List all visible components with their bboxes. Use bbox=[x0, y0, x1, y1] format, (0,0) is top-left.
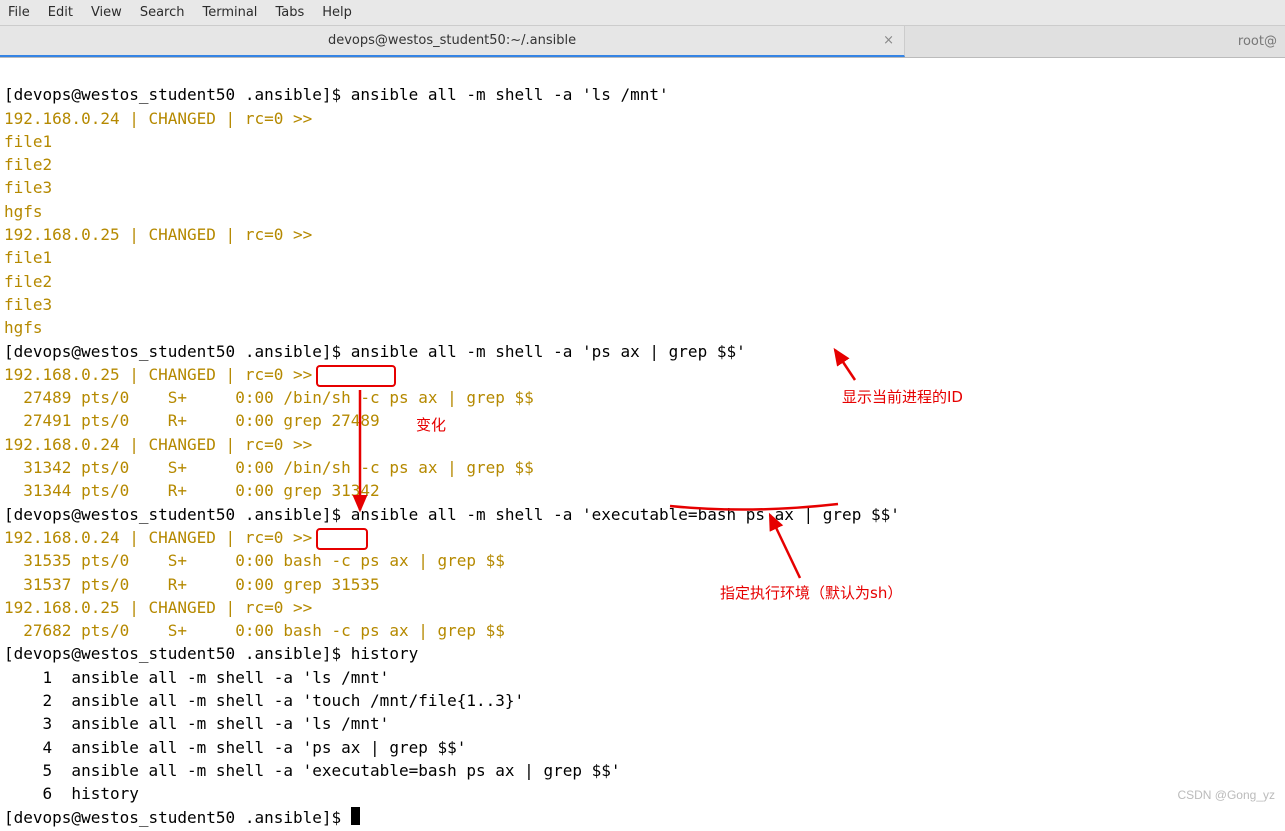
output-line: 4 ansible all -m shell -a 'ps ax | grep … bbox=[4, 738, 466, 757]
menu-bar: File Edit View Search Terminal Tabs Help bbox=[0, 0, 1285, 26]
output-line: file2 bbox=[4, 155, 52, 174]
prompt: [devops@westos_student50 .ansible]$ bbox=[4, 85, 351, 104]
output-line: file2 bbox=[4, 272, 52, 291]
output-line: file1 bbox=[4, 132, 52, 151]
menu-terminal[interactable]: Terminal bbox=[202, 5, 257, 20]
prompt: [devops@westos_student50 .ansible]$ bbox=[4, 808, 351, 827]
output-line: file3 bbox=[4, 178, 52, 197]
output-line: 192.168.0.24 | CHANGED | rc=0 >> bbox=[4, 528, 312, 547]
output-line: 192.168.0.24 | CHANGED | rc=0 >> bbox=[4, 109, 312, 128]
output-line: 1 ansible all -m shell -a 'ls /mnt' bbox=[4, 668, 389, 687]
command: ansible all -m shell -a 'ls /mnt' bbox=[351, 85, 669, 104]
output-line: 192.168.0.25 | CHANGED | rc=0 >> bbox=[4, 365, 312, 384]
menu-file[interactable]: File bbox=[8, 5, 30, 20]
output-line: 27682 pts/0 S+ 0:00 bash -c ps ax | grep… bbox=[4, 621, 505, 640]
tab-inactive-label: root@ bbox=[1238, 34, 1277, 49]
output-line: 31537 pts/0 R+ 0:00 grep 31535 bbox=[4, 575, 380, 594]
menu-search[interactable]: Search bbox=[140, 5, 185, 20]
output-line: 31342 pts/0 S+ 0:00 /bin/sh -c ps ax | g… bbox=[4, 458, 534, 477]
output-line: 2 ansible all -m shell -a 'touch /mnt/fi… bbox=[4, 691, 524, 710]
output-line: 31535 pts/0 S+ 0:00 bash -c ps ax | grep… bbox=[4, 551, 505, 570]
tab-active[interactable]: devops@westos_student50:~/.ansible × bbox=[0, 26, 905, 57]
output-line: 27491 pts/0 R+ 0:00 grep 27489 bbox=[4, 411, 380, 430]
menu-edit[interactable]: Edit bbox=[48, 5, 73, 20]
tab-inactive[interactable]: root@ bbox=[905, 26, 1285, 57]
output-line: hgfs bbox=[4, 318, 43, 337]
menu-view[interactable]: View bbox=[91, 5, 122, 20]
output-line: 192.168.0.24 | CHANGED | rc=0 >> bbox=[4, 435, 312, 454]
menu-tabs[interactable]: Tabs bbox=[275, 5, 304, 20]
output-line: 27489 pts/0 S+ 0:00 /bin/sh -c ps ax | g… bbox=[4, 388, 534, 407]
output-line: 6 history bbox=[4, 784, 139, 803]
output-line: 192.168.0.25 | CHANGED | rc=0 >> bbox=[4, 598, 312, 617]
output-line: file1 bbox=[4, 248, 52, 267]
watermark: CSDN @Gong_yz bbox=[1177, 788, 1275, 802]
prompt: [devops@westos_student50 .ansible]$ bbox=[4, 505, 351, 524]
output-line: 5 ansible all -m shell -a 'executable=ba… bbox=[4, 761, 621, 780]
prompt: [devops@westos_student50 .ansible]$ bbox=[4, 342, 351, 361]
output-line: 3 ansible all -m shell -a 'ls /mnt' bbox=[4, 714, 389, 733]
cursor bbox=[351, 807, 360, 825]
tab-active-label: devops@westos_student50:~/.ansible bbox=[328, 33, 576, 48]
command: ansible all -m shell -a 'ps ax | grep $$… bbox=[351, 342, 746, 361]
output-line: 31344 pts/0 R+ 0:00 grep 31342 bbox=[4, 481, 380, 500]
close-icon[interactable]: × bbox=[883, 33, 894, 48]
terminal-output[interactable]: [devops@westos_student50 .ansible]$ ansi… bbox=[0, 58, 1285, 831]
tab-bar: devops@westos_student50:~/.ansible × roo… bbox=[0, 26, 1285, 58]
output-line: 192.168.0.25 | CHANGED | rc=0 >> bbox=[4, 225, 312, 244]
output-line: hgfs bbox=[4, 202, 43, 221]
prompt: [devops@westos_student50 .ansible]$ bbox=[4, 644, 351, 663]
command: history bbox=[351, 644, 418, 663]
output-line: file3 bbox=[4, 295, 52, 314]
command: ansible all -m shell -a 'executable=bash… bbox=[351, 505, 900, 524]
menu-help[interactable]: Help bbox=[322, 5, 352, 20]
